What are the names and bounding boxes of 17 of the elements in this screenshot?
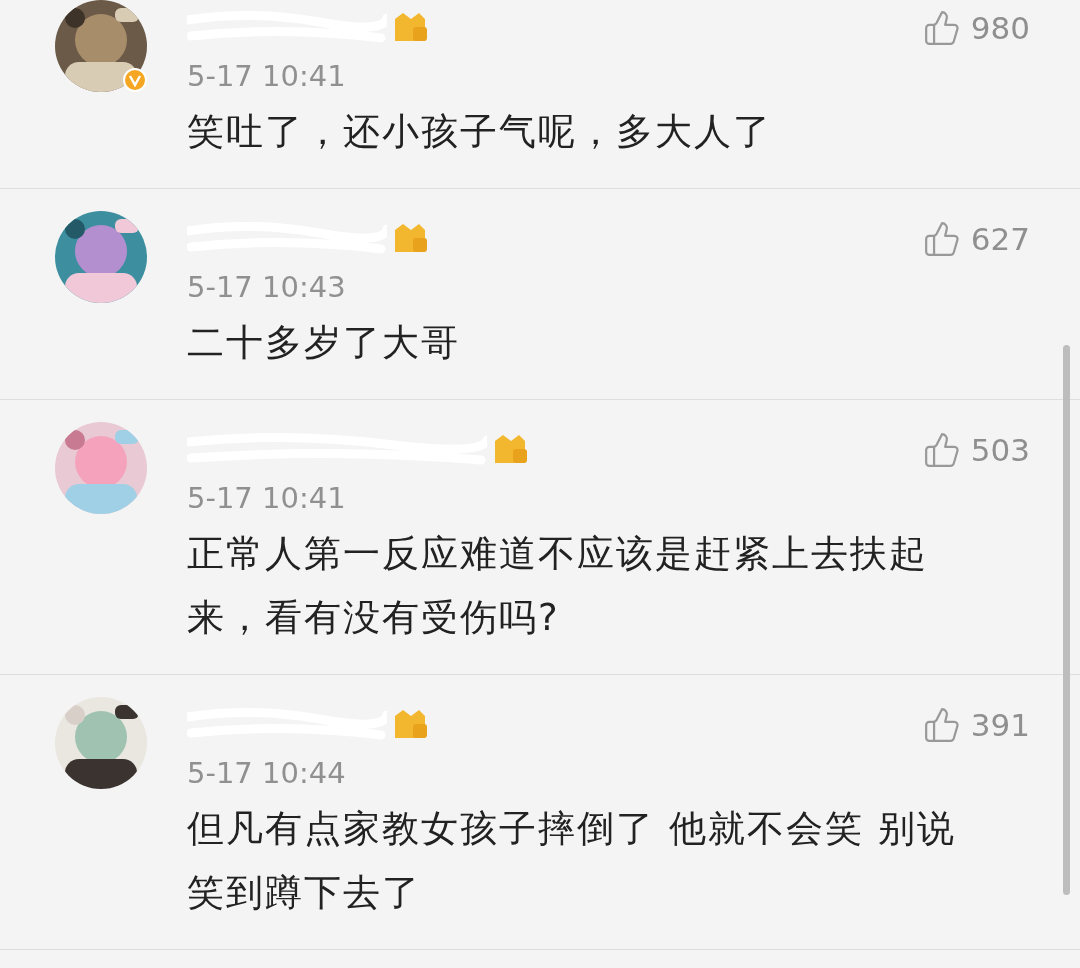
comment-text: 但凡有点家教女孩子摔倒了 他就不会笑 别说 笑到蹲下去了 xyxy=(187,806,957,916)
like-icon[interactable] xyxy=(922,9,961,47)
like-count: 391 xyxy=(970,707,1030,743)
comment-text: 正常人第一反应难道不应该是赶紧上去扶起 来，看有没有受伤吗? xyxy=(187,531,929,641)
like-count: 627 xyxy=(970,221,1030,257)
comment-text: 笑吐了，还小孩子气呢，多大人了 xyxy=(187,109,773,155)
like-icon[interactable] xyxy=(922,706,961,744)
comment-time: 5-17 10:43 xyxy=(187,269,347,306)
like-icon[interactable] xyxy=(922,220,961,258)
like-count: 980 xyxy=(970,10,1030,46)
comment-time: 5-17 10:44 xyxy=(187,755,347,792)
comment-time: 5-17 10:41 xyxy=(187,480,347,517)
like-count: 503 xyxy=(970,432,1030,468)
like-icon[interactable] xyxy=(922,431,961,469)
comment-text: 二十多岁了大哥 xyxy=(187,320,461,366)
scrollbar[interactable] xyxy=(1063,345,1070,895)
comment-time: 5-17 10:41 xyxy=(187,58,347,95)
